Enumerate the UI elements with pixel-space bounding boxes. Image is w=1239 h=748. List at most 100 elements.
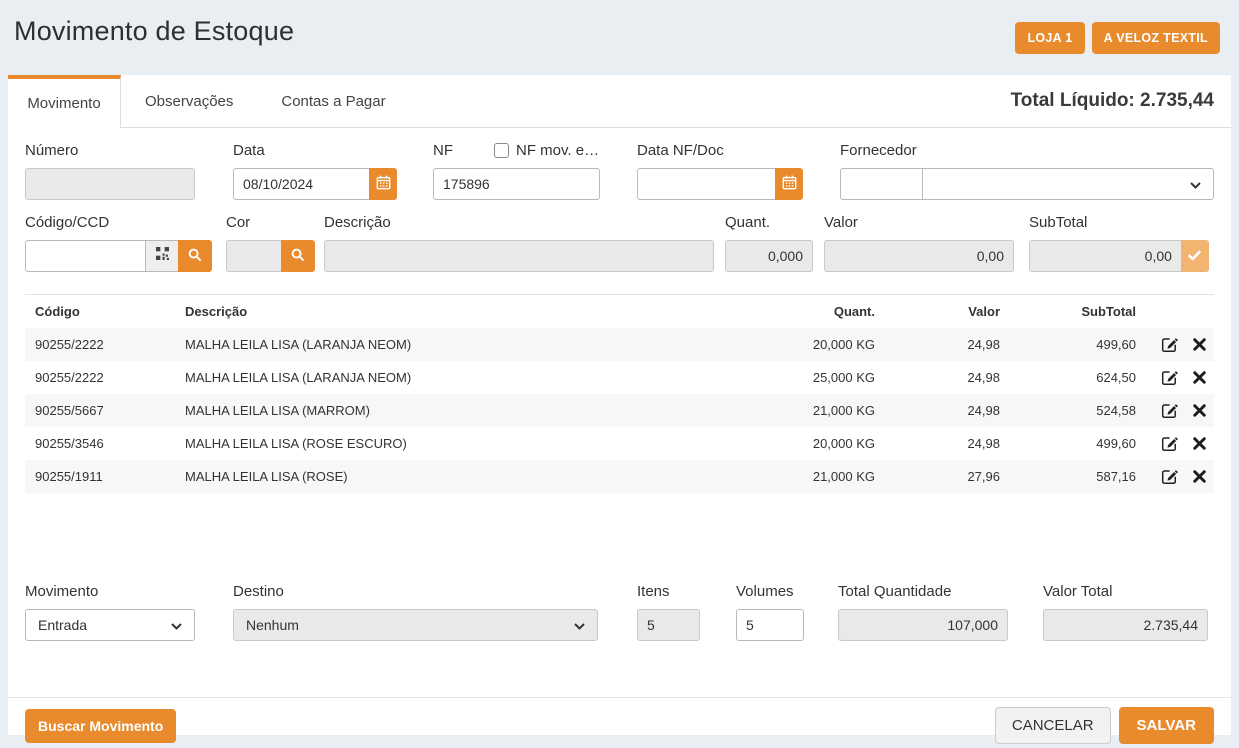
- panel-footer: Buscar Movimento CANCELAR SALVAR: [8, 697, 1231, 744]
- tab-contas-a-pagar[interactable]: Contas a Pagar: [257, 75, 409, 127]
- valor-label: Valor: [824, 214, 1014, 231]
- delete-row-icon[interactable]: [1193, 371, 1206, 384]
- barcode-addon[interactable]: [145, 240, 178, 272]
- col-header-descricao: Descrição: [185, 295, 725, 329]
- cell-valor: 24,98: [875, 427, 1000, 460]
- cor-field: [226, 240, 281, 272]
- cell-valor: 24,98: [875, 328, 1000, 361]
- numero-label: Número: [25, 142, 195, 159]
- salvar-button[interactable]: SALVAR: [1119, 707, 1214, 744]
- nf-field[interactable]: [433, 168, 600, 200]
- summary-row: Movimento Entrada Destino Nenhum: [25, 569, 1214, 641]
- col-header-codigo: Código: [25, 295, 185, 329]
- fornecedor-code-field[interactable]: [840, 168, 922, 200]
- delete-row-icon[interactable]: [1193, 404, 1206, 417]
- calendar-icon: [376, 175, 391, 193]
- valor-total-field: [1043, 609, 1208, 641]
- cell-subtotal: 499,60: [1000, 427, 1136, 460]
- cell-valor: 27,96: [875, 460, 1000, 493]
- company-button[interactable]: A VELOZ TEXTIL: [1092, 22, 1220, 54]
- cor-search-button[interactable]: [281, 240, 315, 272]
- cell-descricao: MALHA LEILA LISA (ROSE ESCURO): [185, 427, 725, 460]
- tab-observacoes[interactable]: Observações: [121, 75, 257, 127]
- cell-codigo: 90255/2222: [25, 361, 185, 394]
- numero-field: [25, 168, 195, 200]
- chevron-down-icon: [1190, 176, 1201, 192]
- cell-subtotal: 499,60: [1000, 328, 1136, 361]
- add-item-button[interactable]: [1181, 240, 1209, 272]
- cell-quant: 25,000 KG: [725, 361, 875, 394]
- items-table: Código Descrição Quant. Valor SubTotal 9…: [25, 294, 1214, 493]
- delete-row-icon[interactable]: [1193, 338, 1206, 351]
- volumes-field[interactable]: [736, 609, 804, 641]
- cell-codigo: 90255/2222: [25, 328, 185, 361]
- movimento-select[interactable]: Entrada: [25, 609, 195, 641]
- table-row: 90255/2222 MALHA LEILA LISA (LARANJA NEO…: [25, 361, 1214, 394]
- col-header-quant: Quant.: [725, 295, 875, 329]
- fornecedor-label: Fornecedor: [840, 142, 1214, 159]
- data-nf-doc-field[interactable]: [637, 168, 775, 200]
- nf-mov-checkbox[interactable]: [494, 143, 509, 158]
- total-quantidade-label: Total Quantidade: [838, 583, 1008, 600]
- movimento-select-value: Entrada: [38, 617, 171, 633]
- form-row-2: Código/CCD: [25, 200, 1214, 272]
- data-nf-doc-calendar-button[interactable]: [775, 168, 803, 200]
- buscar-movimento-button[interactable]: Buscar Movimento: [25, 709, 176, 743]
- subtotal-label: SubTotal: [1029, 214, 1209, 231]
- nf-label: NF: [433, 142, 453, 159]
- destino-label: Destino: [233, 583, 598, 600]
- cell-subtotal: 587,16: [1000, 460, 1136, 493]
- delete-row-icon[interactable]: [1193, 437, 1206, 450]
- cell-quant: 21,000 KG: [725, 460, 875, 493]
- cell-subtotal: 524,58: [1000, 394, 1136, 427]
- col-header-valor: Valor: [875, 295, 1000, 329]
- col-header-actions: [1136, 295, 1214, 329]
- search-icon: [291, 248, 305, 265]
- data-calendar-button[interactable]: [369, 168, 397, 200]
- cell-quant: 20,000 KG: [725, 427, 875, 460]
- itens-field: [637, 609, 700, 641]
- chevron-down-icon: [574, 617, 585, 633]
- cell-descricao: MALHA LEILA LISA (LARANJA NEOM): [185, 328, 725, 361]
- table-row: 90255/2222 MALHA LEILA LISA (LARANJA NEO…: [25, 328, 1214, 361]
- volumes-label: Volumes: [736, 583, 804, 600]
- total-liquido: Total Líquido: 2.735,44: [1011, 90, 1231, 112]
- cell-subtotal: 624,50: [1000, 361, 1136, 394]
- destino-select: Nenhum: [233, 609, 598, 641]
- movimento-label: Movimento: [25, 583, 195, 600]
- cell-valor: 24,98: [875, 394, 1000, 427]
- search-icon: [188, 248, 202, 265]
- tab-bar: Movimento Observações Contas a Pagar Tot…: [8, 75, 1231, 128]
- cell-descricao: MALHA LEILA LISA (ROSE): [185, 460, 725, 493]
- page-header: Movimento de Estoque LOJA 1 A VELOZ TEXT…: [0, 0, 1239, 75]
- tab-movimento[interactable]: Movimento: [8, 75, 121, 128]
- form-row-1: Número Data: [25, 128, 1214, 200]
- quant-label: Quant.: [725, 214, 813, 231]
- codigo-ccd-field[interactable]: [25, 240, 145, 272]
- destino-select-value: Nenhum: [246, 617, 574, 633]
- codigo-search-button[interactable]: [178, 240, 212, 272]
- subtotal-field: [1029, 240, 1181, 272]
- edit-row-icon[interactable]: [1161, 402, 1178, 419]
- cell-quant: 21,000 KG: [725, 394, 875, 427]
- col-header-subtotal: SubTotal: [1000, 295, 1136, 329]
- cell-descricao: MALHA LEILA LISA (MARROM): [185, 394, 725, 427]
- edit-row-icon[interactable]: [1161, 369, 1178, 386]
- delete-row-icon[interactable]: [1193, 470, 1206, 483]
- edit-row-icon[interactable]: [1161, 435, 1178, 452]
- main-panel: Movimento Observações Contas a Pagar Tot…: [8, 75, 1231, 735]
- valor-field: [824, 240, 1014, 272]
- cell-codigo: 90255/3546: [25, 427, 185, 460]
- data-label: Data: [233, 142, 397, 159]
- total-quantidade-field: [838, 609, 1008, 641]
- cancelar-button[interactable]: CANCELAR: [995, 707, 1111, 744]
- items-table-header: Código Descrição Quant. Valor SubTotal: [25, 295, 1214, 329]
- qrcode-icon: [156, 247, 169, 265]
- data-field[interactable]: [233, 168, 369, 200]
- table-row: 90255/3546 MALHA LEILA LISA (ROSE ESCURO…: [25, 427, 1214, 460]
- store-button[interactable]: LOJA 1: [1015, 22, 1084, 54]
- edit-row-icon[interactable]: [1161, 468, 1178, 485]
- cell-codigo: 90255/5667: [25, 394, 185, 427]
- fornecedor-select[interactable]: [922, 168, 1214, 200]
- edit-row-icon[interactable]: [1161, 336, 1178, 353]
